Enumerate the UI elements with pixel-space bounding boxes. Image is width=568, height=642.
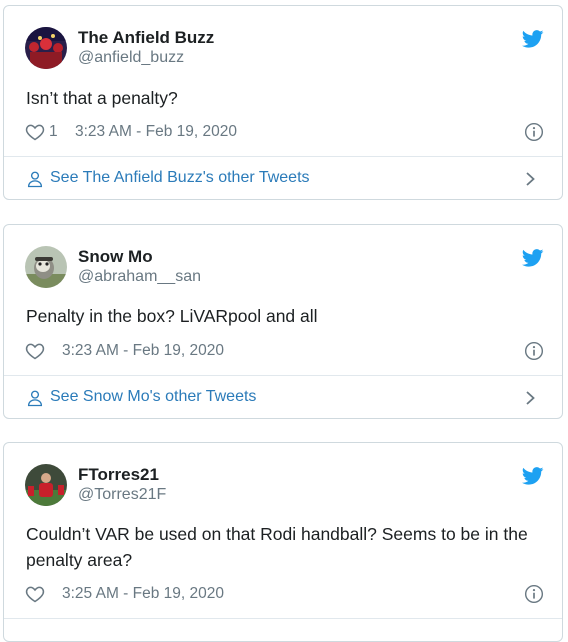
- twitter-bird-icon[interactable]: [522, 467, 544, 485]
- avatar[interactable]: [25, 464, 67, 506]
- heart-icon[interactable]: [25, 122, 45, 142]
- person-icon: [27, 390, 43, 407]
- tweet-timestamp[interactable]: 3:23 AM - Feb 19, 2020: [62, 342, 224, 360]
- tweet-timestamp[interactable]: 3:23 AM - Feb 19, 2020: [75, 123, 237, 141]
- other-tweets-link[interactable]: See Snow Mo's other Tweets: [4, 376, 562, 418]
- tweet-card: FTorres21 @Torres21F Couldn’t VAR be use…: [3, 442, 563, 642]
- person-icon: [27, 171, 43, 188]
- author-handle[interactable]: @anfield_buzz: [78, 49, 184, 67]
- tweet-header: FTorres21 @Torres21F: [25, 464, 545, 506]
- tweet-text: Penalty in the box? LiVARpool and all: [26, 306, 318, 326]
- heart-icon[interactable]: [25, 341, 45, 361]
- tweet-header: Snow Mo @abraham__san: [25, 246, 545, 288]
- author-handle[interactable]: @Torres21F: [78, 486, 166, 504]
- other-tweets-link[interactable]: See The Anfield Buzz's other Tweets: [4, 157, 562, 199]
- twitter-bird-icon[interactable]: [522, 249, 544, 267]
- author-name[interactable]: The Anfield Buzz: [78, 28, 214, 48]
- other-tweets-label[interactable]: See Snow Mo's other Tweets: [50, 388, 256, 406]
- avatar[interactable]: [25, 27, 67, 69]
- info-icon[interactable]: [524, 584, 544, 604]
- avatar[interactable]: [25, 246, 67, 288]
- tweet-card: The Anfield Buzz @anfield_buzz Isn’t tha…: [3, 5, 563, 200]
- tweet-text: Isn’t that a penalty?: [26, 88, 178, 108]
- info-icon[interactable]: [524, 122, 544, 142]
- author-name[interactable]: FTorres21: [78, 465, 159, 485]
- tweet-timestamp[interactable]: 3:25 AM - Feb 19, 2020: [62, 585, 224, 603]
- tweet-meta: 1 3:23 AM - Feb 19, 2020: [25, 121, 545, 143]
- heart-icon[interactable]: [25, 584, 45, 604]
- other-tweets-label[interactable]: See The Anfield Buzz's other Tweets: [50, 169, 310, 187]
- author-handle[interactable]: @abraham__san: [78, 268, 201, 286]
- tweet-text: Couldn’t VAR be used on that Rodi handba…: [26, 524, 528, 570]
- chevron-right-icon[interactable]: [524, 171, 538, 187]
- tweet-header: The Anfield Buzz @anfield_buzz: [25, 27, 545, 69]
- twitter-bird-icon[interactable]: [522, 30, 544, 48]
- info-icon[interactable]: [524, 341, 544, 361]
- tweet-meta: 3:25 AM - Feb 19, 2020: [25, 583, 545, 605]
- like-count[interactable]: 1: [49, 123, 58, 141]
- tweet-card: Snow Mo @abraham__san Penalty in the box…: [3, 224, 563, 419]
- author-name[interactable]: Snow Mo: [78, 247, 153, 267]
- divider: [4, 618, 562, 619]
- tweet-meta: 3:23 AM - Feb 19, 2020: [25, 340, 545, 362]
- chevron-right-icon[interactable]: [524, 390, 538, 406]
